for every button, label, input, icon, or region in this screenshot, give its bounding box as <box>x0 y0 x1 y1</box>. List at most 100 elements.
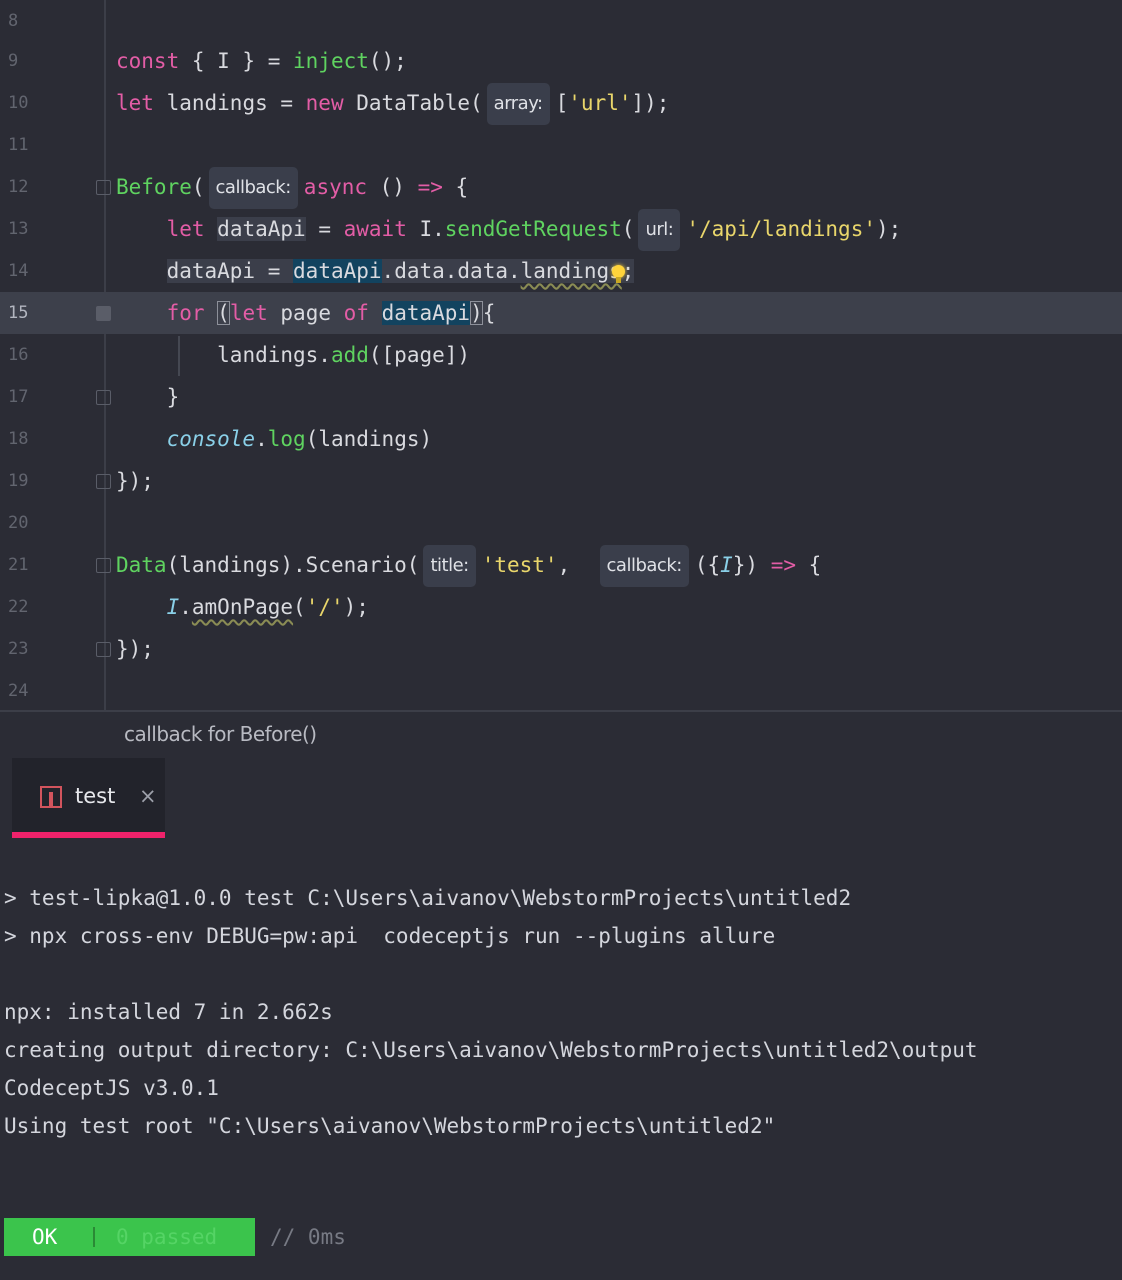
line-number: 17 <box>8 387 29 407</box>
code-line[interactable]: 24 <box>0 670 1122 710</box>
line-number: 22 <box>8 597 29 617</box>
code-text: ]); <box>631 91 670 115</box>
code-text: (); <box>368 49 407 73</box>
code-line[interactable]: 13 let dataApi = await I.sendGetRequest(… <box>0 208 1122 251</box>
code-line-current[interactable]: 15 for (let page of dataApi){ <box>0 292 1122 334</box>
bracket-match: ) <box>470 301 483 325</box>
parameter-hint: url: <box>638 209 681 251</box>
variable-selection: dataApi <box>293 259 382 283</box>
property-warning: landings <box>520 259 622 283</box>
keyword: for <box>166 301 205 325</box>
string-literal: 'test' <box>481 553 558 577</box>
fold-marker-icon[interactable] <box>96 180 111 195</box>
operator: => <box>770 553 796 577</box>
code-text: = <box>305 217 344 241</box>
parameter-hint: title: <box>423 545 476 587</box>
line-number: 14 <box>8 261 29 281</box>
keyword: of <box>343 301 369 325</box>
console-line: > test-lipka@1.0.0 test C:\Users\aivanov… <box>4 886 852 910</box>
code-text: }) <box>732 553 771 577</box>
code-line[interactable]: 14 dataApi = dataApi.data.data.landings; <box>0 250 1122 292</box>
line-number: 11 <box>8 135 29 155</box>
code-text: ( <box>293 595 306 619</box>
code-text: .data.data. <box>381 259 521 283</box>
keyword: let <box>116 91 154 115</box>
code-text: { <box>796 553 822 577</box>
code-text: I. <box>406 217 445 241</box>
string-literal: 'url' <box>568 91 632 115</box>
fold-marker-icon[interactable] <box>96 390 111 405</box>
code-text: }); <box>116 637 154 661</box>
code-line[interactable]: 12 Before(callback: async () => { <box>0 166 1122 209</box>
function-name: log <box>267 427 306 451</box>
code-text: { <box>482 301 496 325</box>
line-number: 18 <box>8 429 29 449</box>
parameter-hint: callback: <box>599 545 689 587</box>
code-text: ({ <box>694 553 721 577</box>
line-number: 21 <box>8 555 29 575</box>
console-line: npx: installed 7 in 2.662s <box>4 1000 333 1024</box>
code-line[interactable]: 18 console.log(landings) <box>0 418 1122 460</box>
string-literal: '/' <box>305 595 344 619</box>
code-line[interactable]: 23 }); <box>0 628 1122 670</box>
code-text: (landings) <box>305 427 433 451</box>
line-number: 12 <box>8 177 29 197</box>
console-line: Using test root "C:\Users\aivanov\Websto… <box>4 1114 776 1138</box>
code-line[interactable]: 11 <box>0 124 1122 166</box>
run-config-icon <box>40 786 62 808</box>
code-line[interactable]: 20 <box>0 502 1122 544</box>
code-line[interactable]: 10 let landings = new DataTable(array: ['… <box>0 82 1122 125</box>
code-line[interactable]: 17 } <box>0 376 1122 418</box>
keyword: let <box>166 217 205 241</box>
breadcrumb[interactable]: callback for Before() <box>124 722 317 746</box>
code-line[interactable]: 8 <box>0 0 1122 42</box>
code-text: . <box>255 427 268 451</box>
lightbulb-icon[interactable] <box>612 265 625 283</box>
code-editor[interactable]: 8 9 const { I } = inject(); 10 let landi… <box>0 0 1122 710</box>
fold-marker-icon[interactable] <box>96 642 111 657</box>
fold-marker-icon[interactable] <box>96 474 111 489</box>
code-line[interactable]: 16 landings.add([page]) <box>0 334 1122 376</box>
code-text: landings = <box>153 91 306 115</box>
line-number: 15 <box>8 303 29 323</box>
result-divider <box>93 1227 95 1247</box>
keyword: new <box>305 91 344 115</box>
code-text: } <box>166 385 180 409</box>
breadcrumb-bar: callback for Before() <box>0 710 1122 758</box>
code-text: ); <box>875 217 902 241</box>
tab-label: test <box>75 784 116 808</box>
parameter: I <box>166 595 180 619</box>
console-line: CodeceptJS v3.0.1 <box>4 1076 219 1100</box>
code-text: ([page]) <box>368 343 471 367</box>
line-number: 23 <box>8 639 29 659</box>
line-number: 19 <box>8 471 29 491</box>
parameter: I <box>720 553 733 577</box>
code-line[interactable]: 9 const { I } = inject(); <box>0 40 1122 82</box>
code-line[interactable]: 19 }); <box>0 460 1122 502</box>
keyword: async <box>303 175 368 199</box>
keyword: await <box>343 217 407 241</box>
code-text: = <box>255 259 294 283</box>
tab-run-test[interactable]: test × <box>12 758 165 838</box>
console-line: creating output directory: C:\Users\aiva… <box>4 1038 978 1062</box>
function-name: add <box>330 343 369 367</box>
code-text: DataTable( <box>343 91 483 115</box>
code-text: landings. <box>217 343 331 367</box>
line-number: 10 <box>8 93 29 113</box>
code-text: , <box>557 553 571 577</box>
code-line[interactable]: 21 Data(landings).Scenario(title:'test',… <box>0 544 1122 587</box>
keyword: let <box>229 301 268 325</box>
fold-marker-icon[interactable] <box>96 558 111 573</box>
code-line[interactable]: 22 I.amOnPage('/'); <box>0 586 1122 628</box>
line-number: 9 <box>8 51 19 71</box>
code-text: { I } = <box>179 49 294 73</box>
fold-marker-icon[interactable] <box>96 306 111 321</box>
bracket-match: ( <box>217 301 230 325</box>
code-text: () <box>367 175 418 199</box>
line-number: 13 <box>8 219 29 239</box>
line-number: 8 <box>8 11 19 31</box>
close-icon[interactable]: × <box>139 784 157 808</box>
parameter-hint: callback: <box>208 167 298 209</box>
passed-count: 0 passed <box>116 1225 218 1249</box>
parameter-hint: array: <box>486 83 550 125</box>
